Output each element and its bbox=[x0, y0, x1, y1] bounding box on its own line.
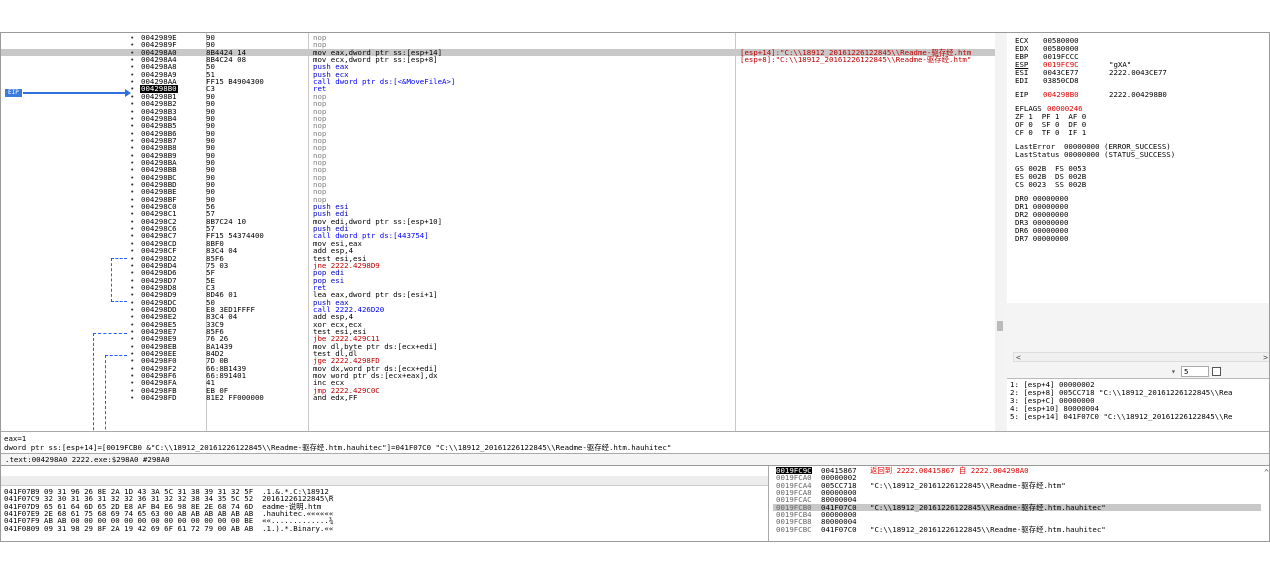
scrollbar-thumb[interactable] bbox=[997, 321, 1003, 331]
panel-horizontal-scrollbar[interactable]: < > bbox=[1013, 352, 1269, 362]
register-annotation: 2222.0043CE77 bbox=[1109, 68, 1167, 77]
instruction-text: and edx,FF bbox=[313, 393, 358, 403]
debug-register: DR7 00000000 bbox=[1015, 234, 1069, 243]
stack-view[interactable]: 0019FC9C 00415867 返回到 2222.00415867 自 2222… bbox=[771, 466, 1269, 541]
register-annotation: 2222.004298B0 bbox=[1109, 90, 1167, 99]
dropdown-icon[interactable]: ▾ bbox=[1171, 367, 1176, 376]
register-value: 03850CD8 bbox=[1043, 76, 1079, 85]
jump-line bbox=[111, 258, 127, 302]
stack-comment: "C:\\18912_20161226122845\\Readme-驱存经.ht… bbox=[870, 480, 1066, 490]
disassembly-view[interactable]: • 0042989E 90 nop • 0042989F 90 nop • 004298A0 8B4… bbox=[1, 33, 1005, 455]
lock-checkbox[interactable] bbox=[1212, 367, 1221, 376]
disasm-row[interactable]: • 004298FD 81E2 FF000000 and edx,FF bbox=[1, 393, 1004, 403]
info-line: dword ptr ss:[esp+14]=[0019FCB0 &"C:\\18… bbox=[4, 443, 672, 452]
call-convention-controls: ▾ 5 bbox=[1013, 366, 1269, 378]
stack-row[interactable]: 0019FCBC 041F07C0 "C:\\18912_2016122612284… bbox=[773, 524, 1261, 534]
stack-comment: 返回到 2222.00415867 自 2222.004298A0 bbox=[870, 466, 1029, 475]
dump-tabs[interactable] bbox=[1, 476, 768, 486]
debugger-window: • 0042989E 90 nop • 0042989F 90 nop • 004298A0 8B4… bbox=[0, 32, 1270, 542]
memory-dump-view[interactable]: 041F07B9 09 31 96 26 8E 2A 1D 43 3A 5C 3… bbox=[1, 466, 769, 541]
register-name: EDI bbox=[1015, 76, 1029, 85]
address-status-line: .text:004298A0 2222.exe:$298A0 #298A0 bbox=[1, 453, 1269, 465]
instruction-text: call dword ptr ds:[<&MoveFileA>] bbox=[313, 77, 456, 87]
register-value: 004298B0 bbox=[1043, 90, 1079, 99]
register-edi[interactable]: EDI 03850CD8 bbox=[1015, 77, 1109, 85]
eip-arrow bbox=[23, 92, 126, 94]
bottom-panes: 041F07B9 09 31 96 26 8E 2A 1D 43 3A 5C 3… bbox=[1, 465, 1269, 541]
scroll-left-icon[interactable]: < bbox=[1016, 353, 1021, 362]
last-status: LastStatus 00000000 (STATUS_SUCCESS) bbox=[1015, 150, 1176, 159]
instruction-bytes: 81E2 FF000000 bbox=[206, 393, 264, 403]
arg-count-spinbox[interactable]: 5 bbox=[1181, 366, 1209, 377]
stack-address: 0019FCBC bbox=[776, 524, 812, 534]
register-name: EIP bbox=[1015, 90, 1029, 99]
stack-comment: "C:\\18912_20161226122845\\Readme-驱存经.ht… bbox=[870, 502, 1106, 512]
stack-argument[interactable]: 5: [esp+14] 041F07C0 "C:\\18912_20161226… bbox=[1010, 413, 1232, 421]
registers-panel[interactable]: ECX 00580000 EDX 00580000 EBP 0019FCCC ESP 0019… bbox=[1007, 33, 1269, 303]
scroll-right-icon[interactable]: > bbox=[1263, 353, 1268, 362]
register-eip[interactable]: EIP 004298B0 2222.004298B0 bbox=[1015, 91, 1167, 99]
eip-marker: EIP bbox=[5, 89, 22, 97]
instruction-comment: [esp+8]:"C:\\18912_20161226122845\\Readm… bbox=[740, 55, 972, 65]
segment-registers: CS 0023 SS 002B bbox=[1015, 180, 1087, 189]
flags-line: CF 0 TF 0 IF 1 bbox=[1015, 128, 1087, 137]
instruction-address: 004298FD bbox=[141, 393, 177, 403]
scroll-up-icon[interactable]: ^ bbox=[1264, 468, 1269, 477]
info-line: eax=1 bbox=[4, 434, 27, 443]
stack-value: 041F07C0 bbox=[821, 524, 857, 534]
stack-comment: "C:\\18912_20161226122845\\Readme-驱存经.ht… bbox=[870, 524, 1106, 534]
breakpoint-dot[interactable]: • bbox=[130, 394, 134, 402]
dump-row[interactable]: 041F0809 09 31 98 29 8F 2A 19 42 69 6F 6… bbox=[4, 524, 333, 532]
eip-arrow-head bbox=[125, 89, 131, 97]
disassembly-vertical-scrollbar[interactable] bbox=[995, 33, 1005, 455]
register-esi[interactable]: ESI 0043CE77 2222.0043CE77 bbox=[1015, 69, 1167, 77]
